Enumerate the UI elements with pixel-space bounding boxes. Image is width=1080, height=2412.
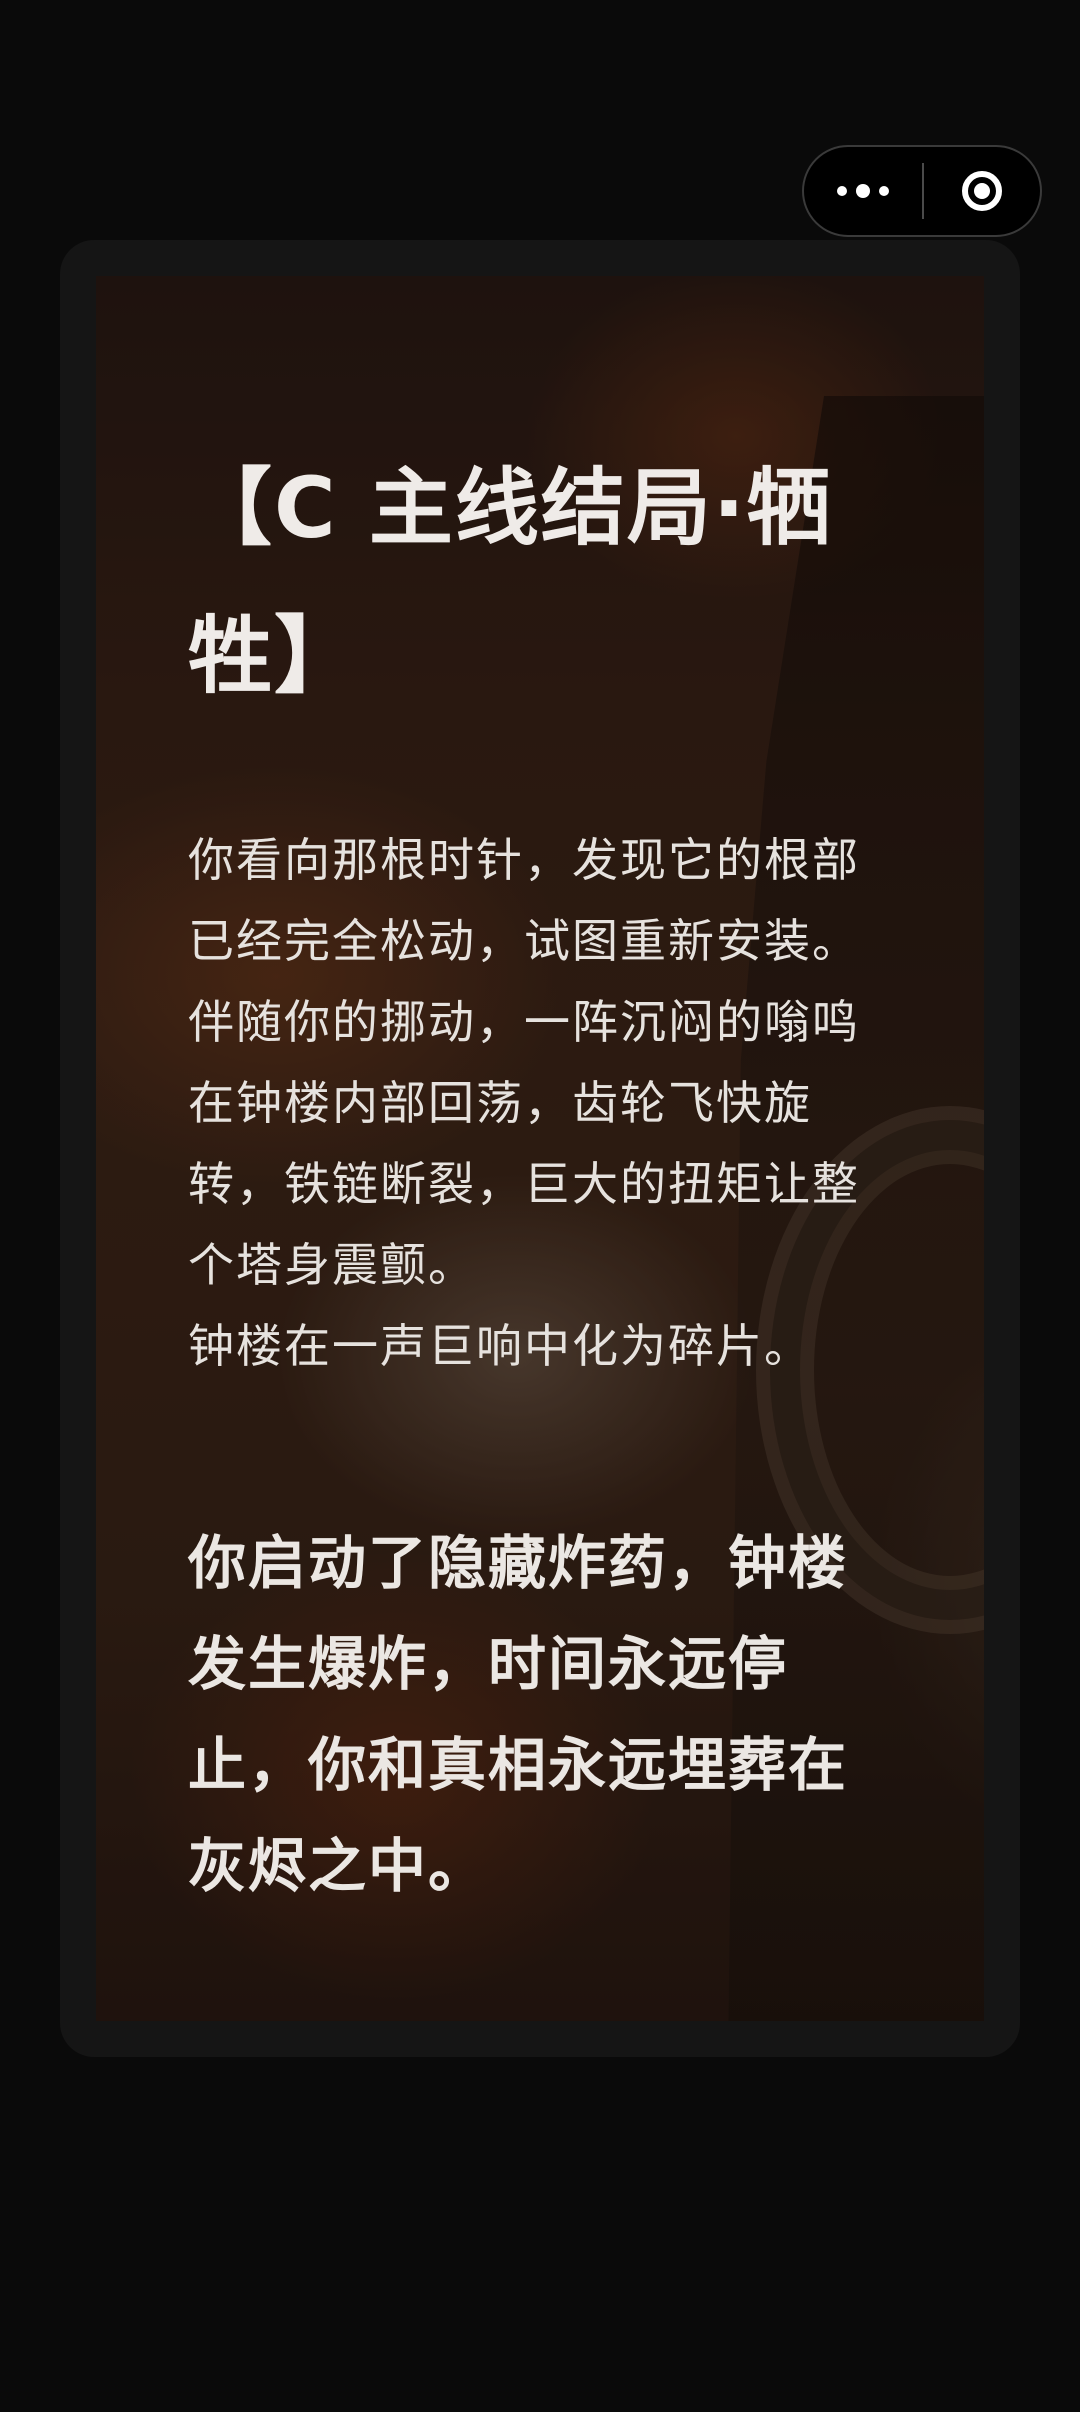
ending-card: 【C 主线结局·牺牲】 你看向那根时针，发现它的根部已经完全松动，试图重新安装。…: [96, 276, 984, 2021]
story-text: 你看向那根时针，发现它的根部已经完全松动，试图重新安装。伴随你的挪动，一阵沉闷的…: [188, 820, 878, 1387]
ending-title: 【C 主线结局·牺牲】: [188, 459, 833, 705]
mini-program-capsule: [802, 145, 1042, 237]
more-dots-icon: [879, 186, 889, 196]
close-button[interactable]: [924, 147, 1040, 235]
ending-outcome: 你启动了隐藏炸药，钟楼发生爆炸，时间永远停止，你和真相永远埋葬在灰烬之中。: [188, 1529, 849, 1900]
more-dots-icon: [837, 186, 847, 196]
more-button[interactable]: [804, 147, 922, 235]
story-paragraph: 你看向那根时针，发现它的根部已经完全松动，试图重新安装。伴随你的挪动，一阵沉闷的…: [188, 833, 860, 1292]
card-content: 【C 主线结局·牺牲】 你看向那根时针，发现它的根部已经完全松动，试图重新安装。…: [188, 434, 878, 1917]
story-paragraph: 钟楼在一声巨响中化为碎片。: [188, 1319, 812, 1373]
target-close-icon: [962, 171, 1002, 211]
more-dots-icon: [856, 184, 870, 198]
